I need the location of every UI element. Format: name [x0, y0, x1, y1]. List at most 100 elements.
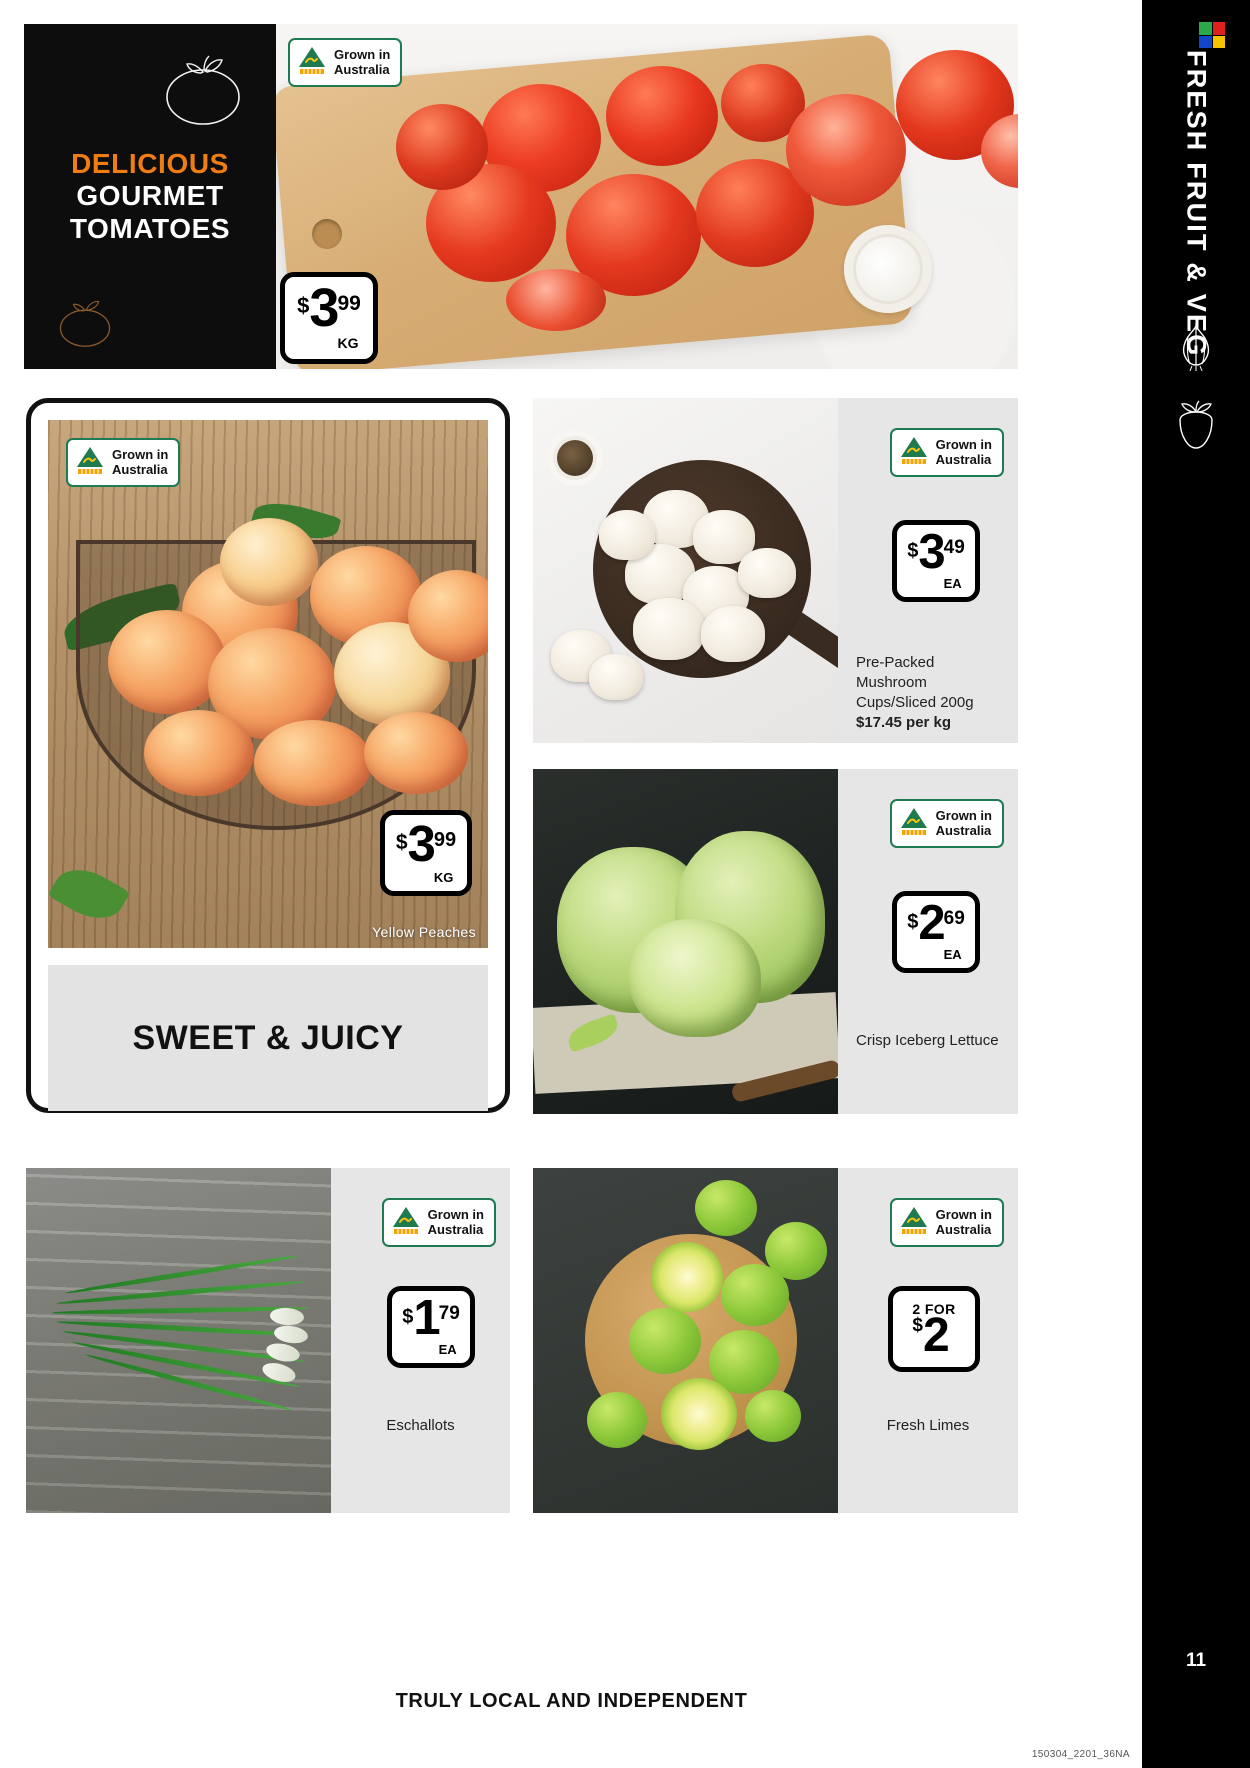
badge-text: Grown in Australia	[112, 446, 169, 477]
product-description: Crisp Iceberg Lettuce	[856, 1031, 1008, 1051]
price-unit: KG	[433, 869, 454, 885]
hero-headline-line3: TOMATOES	[69, 212, 231, 244]
kangaroo-triangle-icon	[297, 45, 327, 80]
section-sidebar: FRESH FRUIT & VEG 11	[1142, 0, 1250, 1768]
price-whole: 2	[922, 1308, 950, 1362]
lime-half	[661, 1378, 737, 1450]
garlic-icon	[1167, 318, 1225, 379]
product-card-eschallots: Grown in Australia $ 1 79 EA Eschallots	[26, 1168, 510, 1513]
lime	[695, 1180, 757, 1236]
hero-tomato-photo: Grown in Australia $ 3 99 KG	[276, 24, 1018, 369]
price-tag-tomatoes: $ 3 99 KG	[280, 272, 378, 364]
price-cents: 99	[337, 292, 361, 315]
price-whole: 3	[918, 525, 945, 579]
lime	[629, 1308, 701, 1374]
mushroom	[599, 510, 655, 560]
price-tag-peaches: $ 3 99 KG	[380, 810, 472, 896]
lime-half	[651, 1242, 723, 1312]
peach-photo: Grown in Australia $ 3 99 KG Yellow Peach…	[48, 420, 488, 948]
price-whole: 2	[918, 896, 945, 950]
hero-headline: DELICIOUS GOURMET TOMATOES	[70, 148, 230, 245]
salt-bowl	[844, 225, 932, 313]
footer-tagline: TRULY LOCAL AND INDEPENDENT	[395, 1690, 748, 1712]
desc-line-1: Crisp Iceberg Lettuce	[856, 1032, 999, 1049]
peach	[364, 712, 468, 794]
mushroom-info: Grown in Australia $ 3 49 EA Pre-Packed M…	[838, 398, 1018, 743]
price-whole: 3	[309, 278, 339, 338]
price-cents: 49	[943, 537, 965, 558]
eschallot-info: Grown in Australia $ 1 79 EA Eschallots	[331, 1168, 510, 1513]
hero-banner: DELICIOUS GOURMET TOMATOES Grown in Aust…	[24, 24, 1018, 369]
lime	[721, 1264, 789, 1326]
price-currency: $	[297, 293, 310, 318]
desc-line-3: $17.45 per kg	[856, 713, 952, 731]
price-tag-eschallots: $ 1 79 EA	[387, 1286, 475, 1368]
price-whole: 1	[413, 1291, 440, 1345]
tomato	[606, 66, 718, 166]
tomato-outline-icon-secondary	[54, 292, 116, 355]
product-card-mushrooms: Grown in Australia $ 3 49 EA Pre-Packed M…	[533, 398, 1018, 743]
spice-bowl	[547, 430, 603, 486]
lettuce-head	[629, 919, 761, 1037]
product-caption: Yellow Peaches	[372, 924, 476, 940]
mushroom	[701, 606, 765, 662]
hero-headline-line2: GOURMET	[76, 180, 224, 212]
price-currency: $	[395, 830, 408, 854]
grown-in-australia-badge: Grown in Australia	[889, 428, 1004, 477]
section-title-text: FRESH FRUIT & VEG	[1181, 50, 1212, 358]
logo-square-green	[1199, 22, 1212, 35]
brand-logo-icon	[1199, 22, 1225, 48]
badge-text: Grown in Australia	[427, 1206, 484, 1237]
grown-in-australia-badge: Grown in Australia	[288, 38, 403, 87]
price-whole: 3	[407, 814, 436, 872]
price-cents: 79	[438, 1303, 460, 1324]
page-number: 11	[1185, 1650, 1207, 1671]
peach	[254, 720, 372, 806]
desc-line-1: Pre-Packed Mushroom	[856, 654, 935, 691]
lime	[745, 1390, 801, 1442]
price-unit: EA	[943, 947, 962, 962]
tomato	[396, 104, 488, 190]
feature-banner-text: SWEET & JUICY	[132, 1018, 404, 1057]
mushroom-photo	[533, 398, 838, 743]
peach	[144, 710, 254, 796]
price-unit: EA	[438, 1342, 457, 1357]
grown-in-australia-badge: Grown in Australia	[889, 799, 1004, 848]
lime	[587, 1392, 647, 1448]
tomato-outline-icon	[160, 50, 246, 133]
logo-square-red	[1212, 22, 1225, 35]
mushroom	[738, 548, 796, 598]
desc-line-1: Eschallots	[386, 1417, 455, 1434]
price-currency: $	[907, 540, 919, 562]
kangaroo-triangle-icon	[391, 1205, 421, 1240]
hero-headline-panel: DELICIOUS GOURMET TOMATOES	[24, 24, 276, 369]
price-currency: $	[402, 1306, 414, 1328]
lime-photo	[533, 1168, 838, 1513]
badge-text: Grown in Australia	[334, 46, 391, 77]
eschallot-photo	[26, 1168, 331, 1513]
peach	[220, 518, 318, 606]
feature-banner: SWEET & JUICY	[48, 965, 488, 1111]
footer-code: 150304_2201_36NA	[1031, 1749, 1130, 1760]
grown-in-australia-badge: Grown in Australia	[381, 1198, 496, 1247]
hero-headline-line1: DELICIOUS	[71, 147, 229, 179]
strawberry-icon	[1167, 396, 1225, 459]
product-description: Eschallots	[331, 1416, 510, 1436]
price-tag-mushrooms: $ 3 49 EA	[892, 520, 980, 602]
badge-text: Grown in Australia	[935, 436, 992, 467]
catalogue-page: DELICIOUS GOURMET TOMATOES Grown in Aust…	[0, 0, 1250, 1768]
desc-line-2: Cups/Sliced 200g	[856, 693, 974, 711]
kangaroo-triangle-icon	[899, 435, 929, 470]
tomato-slice	[506, 269, 606, 331]
desc-line-1: Fresh Limes	[886, 1417, 970, 1434]
badge-text: Grown in Australia	[935, 1206, 992, 1237]
price-tag-lettuce: $ 2 69 EA	[892, 891, 980, 973]
price-currency: $	[912, 1314, 923, 1336]
feature-panel-peaches: Grown in Australia $ 3 99 KG Yellow Peach…	[26, 398, 510, 1113]
mushroom	[633, 598, 705, 660]
mushroom	[589, 654, 643, 700]
kangaroo-triangle-icon	[75, 445, 105, 480]
price-cents: 69	[943, 908, 965, 929]
peach	[108, 610, 226, 714]
price-unit: EA	[943, 576, 962, 591]
